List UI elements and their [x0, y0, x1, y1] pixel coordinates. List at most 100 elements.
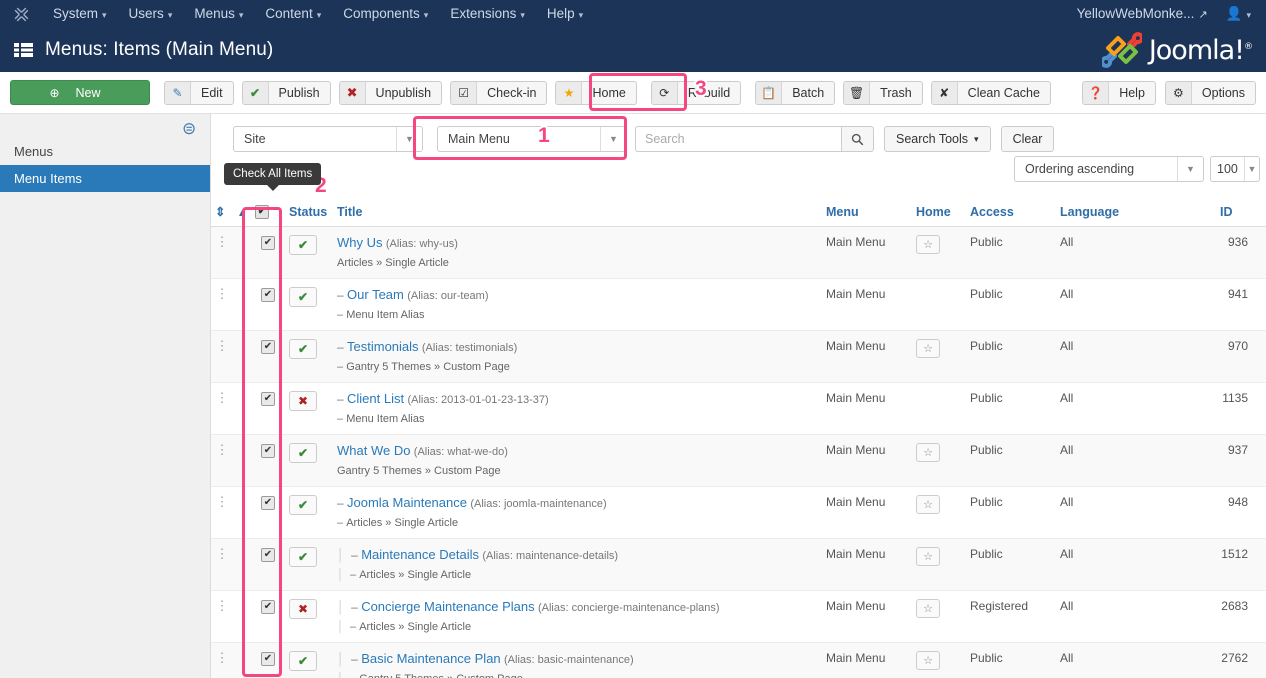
main-menu-filter-select[interactable]: Main Menu ▼: [437, 126, 627, 152]
ordering-select[interactable]: Ordering ascending ▼: [1014, 156, 1204, 182]
drag-handle-icon[interactable]: ⋮: [216, 546, 229, 561]
th-check-all[interactable]: ✔: [251, 198, 285, 227]
cell-checkbox[interactable]: ✔: [251, 382, 285, 435]
edit-button[interactable]: ✎ Edit: [164, 80, 234, 105]
cell-home[interactable]: ☆: [912, 330, 966, 383]
drag-handle-icon[interactable]: ⋮: [216, 650, 229, 665]
item-title-link[interactable]: Why Us: [337, 235, 383, 250]
status-unpublished-button[interactable]: ✖: [289, 599, 317, 619]
cell-ordering[interactable]: ⋮: [211, 330, 233, 383]
menu-users[interactable]: Users ▾: [118, 0, 184, 28]
home-toggle-button[interactable]: ☆: [916, 547, 940, 566]
table-row[interactable]: ⋮ ✔ ✔ What We Do (Alias: what-we-do) Gantry …: [211, 434, 1266, 487]
item-title-link[interactable]: Joomla Maintenance: [347, 495, 467, 510]
row-checkbox[interactable]: ✔: [261, 651, 275, 666]
th-home[interactable]: Home: [912, 198, 966, 227]
cell-status[interactable]: ✔: [285, 330, 333, 383]
search-input[interactable]: [635, 126, 841, 152]
home-toggle-button[interactable]: ☆: [916, 599, 940, 618]
rebuild-button[interactable]: ⟳ Rebuild: [650, 80, 742, 105]
drag-handle-icon[interactable]: ⋮: [216, 598, 229, 613]
drag-handle-icon[interactable]: ⋮: [216, 286, 229, 301]
home-button[interactable]: ★ Home: [555, 80, 637, 105]
joomla-brand-icon[interactable]: [0, 6, 42, 23]
cell-checkbox[interactable]: ✔: [251, 278, 285, 331]
cell-checkbox[interactable]: ✔: [251, 486, 285, 539]
help-button[interactable]: ❓ Help: [1082, 80, 1156, 105]
cell-ordering[interactable]: ⋮: [211, 538, 233, 591]
th-title[interactable]: Title: [333, 198, 822, 227]
row-checkbox[interactable]: ✔: [261, 443, 275, 458]
cell-home[interactable]: ☆: [912, 486, 966, 539]
cell-status[interactable]: ✖: [285, 590, 333, 643]
item-title-link[interactable]: Client List: [347, 391, 404, 406]
cell-home[interactable]: [912, 382, 966, 435]
user-menu[interactable]: 👤 ▾: [1217, 0, 1260, 28]
th-sort-asc[interactable]: ▲: [233, 198, 251, 227]
cell-home[interactable]: ☆: [912, 642, 966, 678]
menu-extensions[interactable]: Extensions ▾: [439, 0, 536, 28]
cell-status[interactable]: ✖: [285, 382, 333, 435]
row-checkbox[interactable]: ✔: [261, 391, 275, 406]
home-toggle-button[interactable]: ☆: [916, 339, 940, 358]
table-row[interactable]: ⋮ ✔ ✔ – Joomla Maintenance (Alias: joomla-m…: [211, 486, 1266, 539]
status-published-button[interactable]: ✔: [289, 339, 317, 359]
cell-checkbox[interactable]: ✔: [251, 642, 285, 678]
status-published-button[interactable]: ✔: [289, 651, 317, 671]
cell-ordering[interactable]: ⋮: [211, 590, 233, 643]
home-toggle-button[interactable]: ☆: [916, 235, 940, 254]
search-tools-button[interactable]: Search Tools ▾: [884, 126, 991, 152]
table-row[interactable]: ⋮ ✔ ✖ – Client List (Alias: 2013-01-01-23-1…: [211, 382, 1266, 435]
clear-filters-button[interactable]: Clear: [1000, 126, 1055, 152]
cell-ordering[interactable]: ⋮: [211, 642, 233, 678]
unpublish-button[interactable]: ✖ Unpublish: [338, 80, 443, 105]
status-published-button[interactable]: ✔: [289, 235, 317, 255]
options-button[interactable]: ⚙ Options: [1164, 80, 1256, 105]
row-checkbox[interactable]: ✔: [261, 287, 275, 302]
cell-home[interactable]: ☆: [912, 590, 966, 643]
menu-components[interactable]: Components ▾: [332, 0, 439, 28]
drag-handle-icon[interactable]: ⋮: [216, 234, 229, 249]
th-id[interactable]: ID: [1216, 198, 1266, 227]
item-title-link[interactable]: What We Do: [337, 443, 410, 458]
cell-home[interactable]: ☆: [912, 538, 966, 591]
table-row[interactable]: ⋮ ✔ ✔ – Testimonials (Alias: testimonials) –…: [211, 330, 1266, 383]
th-status[interactable]: Status: [285, 198, 333, 227]
menu-help[interactable]: Help ▾: [536, 0, 594, 28]
cell-ordering[interactable]: ⋮: [211, 434, 233, 487]
row-checkbox[interactable]: ✔: [261, 495, 275, 510]
drag-handle-icon[interactable]: ⋮: [216, 338, 229, 353]
site-preview-link[interactable]: YellowWebMonke... ↗: [1068, 0, 1217, 28]
row-checkbox[interactable]: ✔: [261, 599, 275, 614]
check-all-checkbox[interactable]: ✔: [255, 204, 269, 219]
table-row[interactable]: ⋮ ✔ ✖ │ – Concierge Maintenance Plans (Alia…: [211, 590, 1266, 643]
batch-button[interactable]: 📋 Batch: [755, 80, 836, 105]
item-title-link[interactable]: Concierge Maintenance Plans: [361, 599, 534, 614]
cell-ordering[interactable]: ⋮: [211, 226, 233, 279]
cell-ordering[interactable]: ⋮: [211, 486, 233, 539]
table-row[interactable]: ⋮ ✔ ✔ │ – Basic Maintenance Plan (Alias: ba…: [211, 642, 1266, 678]
cell-status[interactable]: ✔: [285, 434, 333, 487]
cell-status[interactable]: ✔: [285, 226, 333, 279]
menu-content[interactable]: Content ▾: [254, 0, 332, 28]
menu-system[interactable]: System ▾: [42, 0, 118, 28]
cell-status[interactable]: ✔: [285, 538, 333, 591]
list-limit-select[interactable]: 100 ▼: [1210, 156, 1260, 182]
cell-status[interactable]: ✔: [285, 642, 333, 678]
table-row[interactable]: ⋮ ✔ ✔ – Our Team (Alias: our-team) – Menu It…: [211, 278, 1266, 331]
th-ordering[interactable]: ⇕: [211, 198, 233, 227]
cell-checkbox[interactable]: ✔: [251, 434, 285, 487]
row-checkbox[interactable]: ✔: [261, 235, 275, 250]
row-checkbox[interactable]: ✔: [261, 547, 275, 562]
table-row[interactable]: ⋮ ✔ ✔ │ – Maintenance Details (Alias: maint…: [211, 538, 1266, 591]
cell-status[interactable]: ✔: [285, 486, 333, 539]
search-submit-button[interactable]: [841, 126, 874, 152]
cell-home[interactable]: ☆: [912, 226, 966, 279]
cell-home[interactable]: [912, 278, 966, 331]
collapse-left-icon[interactable]: ⊜: [182, 120, 200, 138]
cell-ordering[interactable]: ⋮: [211, 278, 233, 331]
sidebar-item-menu-items[interactable]: Menu Items: [0, 165, 210, 192]
drag-handle-icon[interactable]: ⋮: [216, 494, 229, 509]
publish-button[interactable]: ✔ Publish: [241, 80, 331, 105]
item-title-link[interactable]: Basic Maintenance Plan: [361, 651, 500, 666]
